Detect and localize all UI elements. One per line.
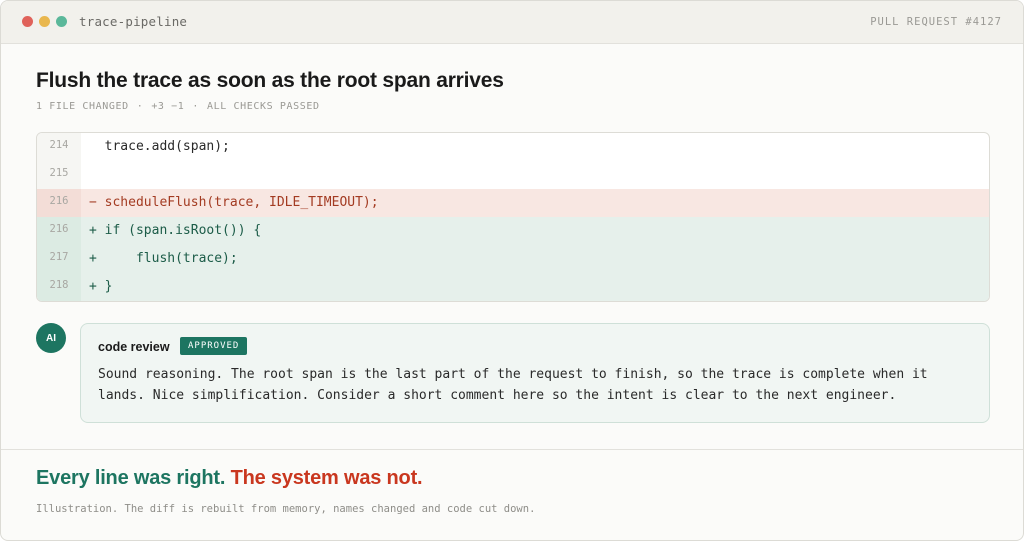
footer-headline: Every line was right. The system was not… bbox=[36, 467, 423, 490]
review-comment: AI code review APPROVED Sound reasoning.… bbox=[36, 323, 990, 423]
diffstat: +3 −1 bbox=[151, 101, 185, 112]
pr-window: trace-pipeline PULL REQUEST #4127 Flush … bbox=[0, 0, 1024, 541]
code-text: + if (span.isRoot()) { bbox=[89, 223, 262, 238]
line-number: 214 bbox=[37, 133, 81, 161]
status-badge: APPROVED bbox=[180, 337, 248, 355]
review-card: code review APPROVED Sound reasoning. Th… bbox=[80, 323, 990, 423]
diff-view: 214 trace.add(span); 215 216 − scheduleF… bbox=[36, 132, 990, 302]
line-number: 216 bbox=[37, 189, 81, 217]
pull-request-id: PULL REQUEST #4127 bbox=[870, 16, 1002, 28]
diff-line-added[interactable]: 218 + } bbox=[37, 273, 989, 301]
diff-line[interactable]: 215 bbox=[37, 161, 989, 189]
section-divider bbox=[1, 449, 1023, 450]
minimize-dot-icon[interactable] bbox=[39, 16, 50, 27]
meta-separator: · bbox=[136, 101, 144, 112]
line-number: 218 bbox=[37, 273, 81, 301]
code-text: + } bbox=[89, 279, 113, 294]
maximize-dot-icon[interactable] bbox=[56, 16, 67, 27]
diff-line-removed[interactable]: 216 − scheduleFlush(trace, IDLE_TIMEOUT)… bbox=[37, 189, 989, 217]
checks-status: ALL CHECKS PASSED bbox=[207, 101, 320, 112]
repo-name: trace-pipeline bbox=[79, 14, 188, 29]
code-text: trace.add(span); bbox=[89, 139, 230, 154]
headline-bad: The system was not. bbox=[230, 467, 423, 489]
code-text: − scheduleFlush(trace, IDLE_TIMEOUT); bbox=[89, 195, 379, 210]
review-comment-text: Sound reasoning. The root span is the la… bbox=[98, 367, 928, 403]
line-number: 216 bbox=[37, 217, 81, 245]
window-controls bbox=[22, 16, 67, 27]
diff-line[interactable]: 214 trace.add(span); bbox=[37, 133, 989, 161]
close-dot-icon[interactable] bbox=[22, 16, 33, 27]
diff-line-added[interactable]: 217 + flush(trace); bbox=[37, 245, 989, 273]
avatar[interactable]: AI bbox=[36, 323, 66, 353]
title-bar: trace-pipeline PULL REQUEST #4127 bbox=[1, 1, 1023, 44]
diff-line-added[interactable]: 216 + if (span.isRoot()) { bbox=[37, 217, 989, 245]
pr-meta: 1 FILE CHANGED · +3 −1 · ALL CHECKS PASSED bbox=[36, 101, 320, 112]
meta-separator: · bbox=[192, 101, 200, 112]
code-text: + flush(trace); bbox=[89, 251, 238, 266]
footer-caption: Illustration. The diff is rebuilt from m… bbox=[36, 503, 536, 515]
pr-title: Flush the trace as soon as the root span… bbox=[36, 69, 504, 92]
headline-good: Every line was right. bbox=[36, 467, 226, 489]
line-number: 215 bbox=[37, 161, 81, 189]
line-number: 217 bbox=[37, 245, 81, 273]
reviewer-name: code review bbox=[98, 340, 170, 354]
files-changed: 1 FILE CHANGED bbox=[36, 101, 129, 112]
